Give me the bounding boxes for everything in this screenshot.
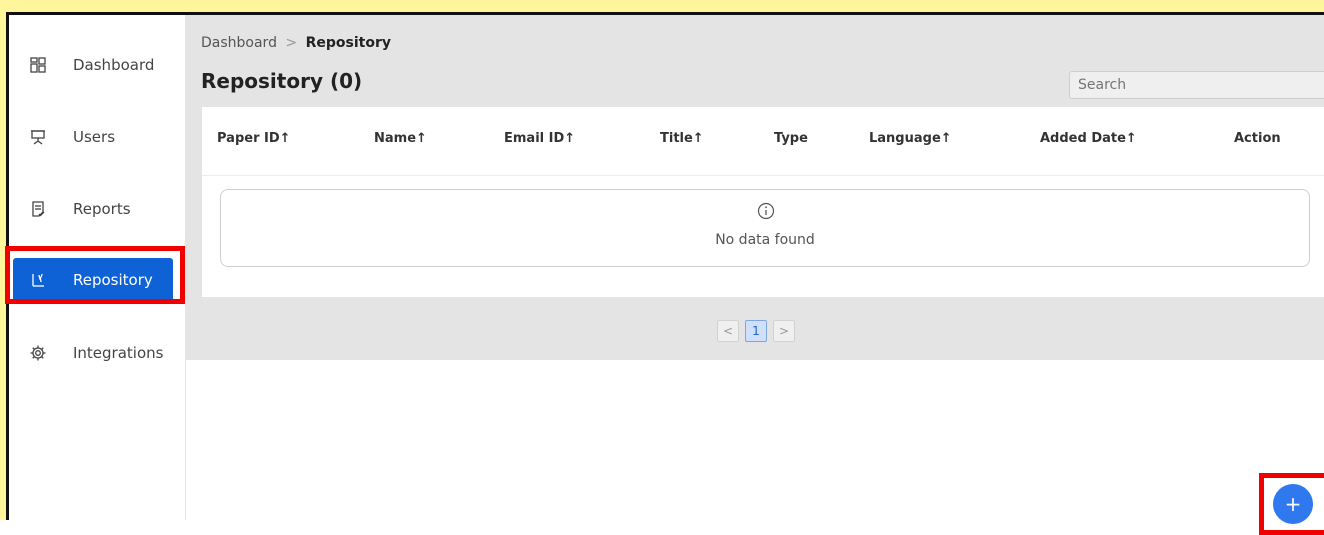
breadcrumb-current: Repository: [305, 35, 391, 51]
app-window: Dashboard Users Reports Repository Integ…: [5, 12, 1324, 535]
sidebar-item-dashboard[interactable]: Dashboard: [13, 43, 173, 87]
main-content: Dashboard > Repository Repository (0) Pa…: [186, 15, 1324, 360]
table-card: Paper ID↑ Name↑ Email ID↑ Title↑ Type La…: [202, 107, 1324, 297]
sidebar-item-label: Users: [73, 128, 116, 146]
column-header-title[interactable]: Title↑: [660, 131, 704, 146]
breadcrumb-root[interactable]: Dashboard: [201, 35, 277, 51]
search-input[interactable]: [1069, 71, 1324, 99]
highlight-box: [5, 246, 185, 304]
page-title: Repository (0): [201, 69, 363, 93]
sidebar-item-reports[interactable]: Reports: [13, 187, 173, 231]
column-header-name[interactable]: Name↑: [374, 131, 427, 146]
column-header-language[interactable]: Language↑: [869, 131, 952, 146]
pagination: < 1 >: [717, 320, 795, 342]
breadcrumb-separator: >: [285, 35, 298, 51]
screenshot-frame: Dashboard Users Reports Repository Integ…: [0, 0, 1324, 535]
column-header-added-date[interactable]: Added Date↑: [1040, 131, 1137, 146]
sidebar-item-label: Integrations: [73, 344, 164, 362]
sidebar: Dashboard Users Reports Repository Integ…: [5, 15, 186, 520]
column-header-type: Type: [774, 131, 808, 146]
breadcrumb: Dashboard > Repository: [201, 35, 391, 51]
info-icon: [757, 202, 775, 220]
column-header-email-id[interactable]: Email ID↑: [504, 131, 575, 146]
dashboard-icon: [27, 57, 49, 73]
column-header-paper-id[interactable]: Paper ID↑: [217, 131, 291, 146]
highlight-box: [1259, 473, 1324, 535]
column-header-action: Action: [1234, 131, 1281, 146]
next-page-button[interactable]: >: [773, 320, 795, 342]
page-button-current[interactable]: 1: [745, 320, 767, 342]
empty-message: No data found: [715, 232, 815, 248]
presentation-icon: [27, 129, 49, 145]
sidebar-item-label: Dashboard: [73, 56, 155, 74]
empty-state: No data found: [220, 189, 1310, 267]
gear-icon: [27, 345, 49, 361]
sidebar-item-integrations[interactable]: Integrations: [13, 331, 173, 375]
prev-page-button[interactable]: <: [717, 320, 739, 342]
sidebar-item-label: Reports: [73, 200, 131, 218]
table-header: Paper ID↑ Name↑ Email ID↑ Title↑ Type La…: [202, 107, 1324, 176]
sidebar-item-users[interactable]: Users: [13, 115, 173, 159]
report-icon: [27, 201, 49, 217]
